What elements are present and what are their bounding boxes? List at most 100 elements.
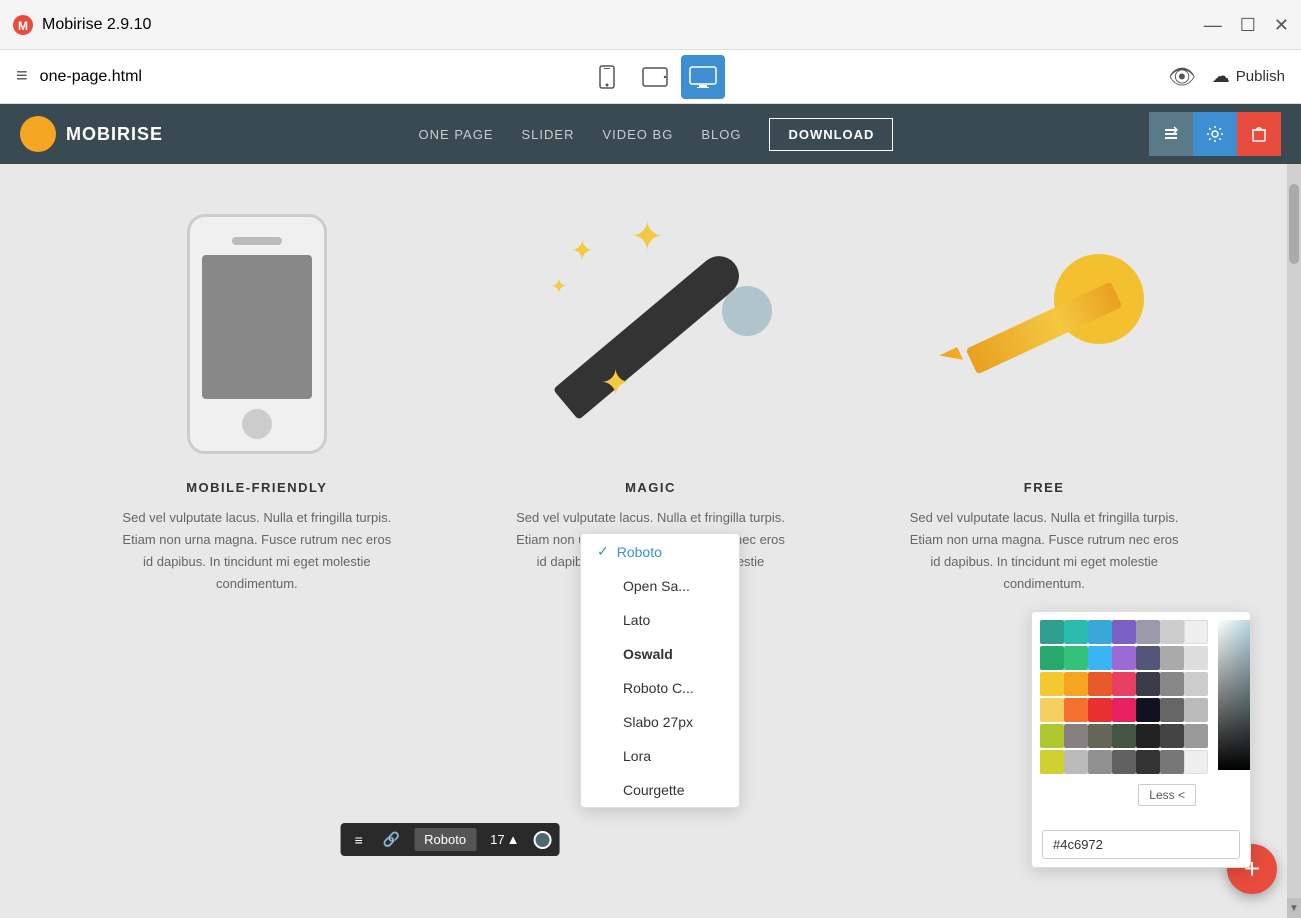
swatch[interactable] [1112,620,1136,644]
nav-link-blog[interactable]: BLOG [701,127,741,142]
settings-icon[interactable] [1193,112,1237,156]
app-logo: M [12,14,34,36]
nav-link-video-bg[interactable]: VIDEO BG [602,127,673,142]
swatch[interactable] [1112,646,1136,670]
swatch[interactable] [1064,646,1088,670]
font-option-slabo[interactable]: Slabo 27px [581,705,739,739]
swatch[interactable] [1088,620,1112,644]
color-hex-input[interactable] [1042,830,1240,859]
swatch[interactable] [1040,620,1064,644]
font-size-button[interactable]: 17 ▲ [484,828,525,851]
swatch[interactable] [1136,698,1160,722]
swatch[interactable] [1160,698,1184,722]
font-size-value: 17 [490,832,504,847]
swatch[interactable] [1136,750,1160,774]
font-name-label: Lato [623,612,650,628]
cloud-icon: ☁ [1212,66,1230,87]
sparkle-1: ✦ [570,234,593,267]
title-bar: M Mobirise 2.9.10 — ☐ ✕ [0,0,1301,50]
swatch[interactable] [1160,672,1184,696]
wand-tip [722,286,772,336]
nav-bar: MOBIRISE ONE PAGE SLIDER VIDEO BG BLOG D… [0,104,1301,164]
swatch[interactable] [1184,724,1208,748]
swatch[interactable] [1160,620,1184,644]
swatch[interactable] [1184,620,1208,644]
chevron-down-icon: ▲ [507,832,520,847]
font-name-label: Slabo 27px [623,714,693,730]
swatch[interactable] [1064,620,1088,644]
swatch[interactable] [1088,672,1112,696]
swatch[interactable] [1064,724,1088,748]
swatch[interactable] [1040,724,1064,748]
swatch[interactable] [1040,750,1064,774]
swatch[interactable] [1184,672,1208,696]
swatch[interactable] [1184,646,1208,670]
font-option-lora[interactable]: Lora [581,739,739,773]
scrollbar-down-arrow[interactable]: ▼ [1287,898,1301,918]
app-title: Mobirise 2.9.10 [42,16,151,34]
desktop-view-button[interactable] [681,55,725,99]
maximize-button[interactable]: ☐ [1240,16,1256,34]
swatch[interactable] [1136,620,1160,644]
font-option-robotocondensed[interactable]: Roboto C... [581,671,739,705]
font-color-swatch[interactable] [533,831,551,849]
tablet-view-button[interactable] [633,55,677,99]
swatch[interactable] [1064,698,1088,722]
swatch[interactable] [1040,672,1064,696]
font-option-courgette[interactable]: Courgette [581,773,739,807]
swatch[interactable] [1112,724,1136,748]
swatch[interactable] [1184,750,1208,774]
swatch[interactable] [1136,724,1160,748]
font-option-opensans[interactable]: Open Sa... [581,569,739,603]
minimize-button[interactable]: — [1204,16,1222,34]
swatch[interactable] [1136,672,1160,696]
swatch[interactable] [1136,646,1160,670]
sparkle-3: ✦ [550,274,567,299]
swatch[interactable] [1040,698,1064,722]
delete-icon[interactable] [1237,112,1281,156]
swatch[interactable] [1040,646,1064,670]
feature-img-magic: ✦ ✦ ✦ ✦ [510,204,790,464]
font-option-lato[interactable]: Lato [581,603,739,637]
nav-link-one-page[interactable]: ONE PAGE [419,127,494,142]
swatch[interactable] [1160,646,1184,670]
swatch[interactable] [1112,698,1136,722]
swatch[interactable] [1088,750,1112,774]
sort-icon[interactable] [1149,112,1193,156]
font-name-label: Lora [623,748,651,764]
close-button[interactable]: ✕ [1274,16,1289,34]
align-button[interactable]: ≡ [349,828,369,852]
phone-view-button[interactable] [585,55,629,99]
feature-card-free: FREE Sed vel vulputate lacus. Nulla et f… [904,204,1184,595]
nav-link-slider[interactable]: SLIDER [522,127,575,142]
scrollbar-thumb[interactable] [1289,184,1299,264]
less-button[interactable]: Less < [1138,784,1196,806]
font-name-button[interactable]: Roboto [414,828,476,851]
swatch[interactable] [1088,724,1112,748]
third-feature-illustration [944,234,1144,434]
publish-button[interactable]: ☁ Publish [1212,66,1285,87]
font-name-label: Roboto [617,544,662,560]
font-option-roboto[interactable]: ✓ Roboto [581,534,739,569]
gradient-brightness[interactable] [1218,620,1251,770]
swatch[interactable] [1112,672,1136,696]
swatch[interactable] [1160,724,1184,748]
preview-icon[interactable]: 👁 [1168,64,1196,90]
swatch[interactable] [1064,750,1088,774]
font-name-label: Courgette [623,782,684,798]
swatch[interactable] [1112,750,1136,774]
sparkle-2: ✦ [630,214,664,260]
swatch[interactable] [1160,750,1184,774]
menu-icon[interactable]: ≡ [16,65,28,88]
font-option-oswald[interactable]: Oswald [581,637,739,671]
download-button[interactable]: DOWNLOAD [769,118,893,151]
brand-logo [20,116,56,152]
link-button[interactable]: 🔗 [377,827,406,852]
swatch[interactable] [1088,698,1112,722]
device-icons [585,55,725,99]
feature-img-mobile [117,204,397,464]
svg-text:M: M [18,19,28,33]
swatch[interactable] [1064,672,1088,696]
swatch[interactable] [1088,646,1112,670]
swatch[interactable] [1184,698,1208,722]
